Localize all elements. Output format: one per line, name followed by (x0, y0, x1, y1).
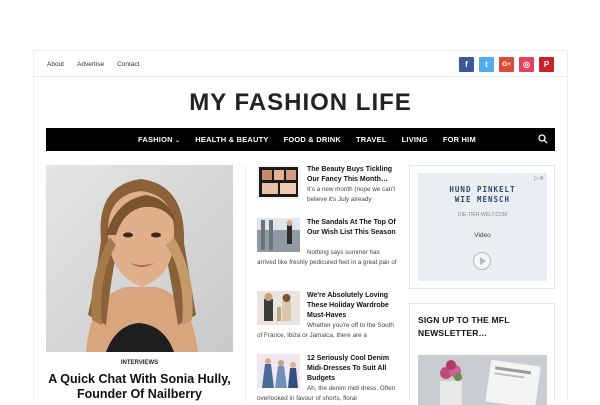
facebook-icon[interactable]: f (459, 57, 474, 72)
top-bar: About Advertise Contact f t G+ ◎ P (34, 51, 567, 77)
ad-headline: HUND PINKELT WIE MENSCH (418, 185, 547, 205)
holiday-image (257, 291, 300, 325)
ad-url: DIE-TIER-WELT.COM (457, 212, 508, 218)
nav-item-fashion[interactable]: FASHION ⌄ (138, 135, 180, 144)
nav-item-travel[interactable]: TRAVEL (356, 135, 387, 144)
advertise-link[interactable]: Advertise (77, 61, 104, 68)
list-item: 12 Seriously Cool Denim Midi-Dresses To … (257, 354, 397, 402)
ad-headline-line-2: WIE MENSCH (454, 195, 511, 204)
sandals-image (257, 218, 300, 252)
search-icon[interactable] (538, 134, 548, 144)
instagram-icon[interactable]: ◎ (519, 57, 534, 72)
featured-category[interactable]: INTERVIEWS (46, 360, 233, 366)
nav-item-health-beauty[interactable]: HEALTH & BEAUTY (195, 135, 268, 144)
about-link[interactable]: About (47, 61, 64, 68)
newsletter-widget: SIGN UP TO THE MFL NEWSLETTER… (409, 303, 555, 405)
social-icons: f t G+ ◎ P (459, 57, 554, 72)
list-item: We're Absolutely Loving These Holiday Wa… (257, 291, 397, 346)
page-container: About Advertise Contact f t G+ ◎ P MY FA… (33, 50, 568, 405)
contact-link[interactable]: Contact (117, 61, 139, 68)
featured-title[interactable]: A Quick Chat With Sonia Hully, Founder O… (46, 372, 233, 402)
newsletter-title: SIGN UP TO THE MFL NEWSLETTER… (418, 315, 510, 338)
ad-headline-line-1: HUND PINKELT (449, 185, 516, 194)
article-thumbnail[interactable] (257, 165, 300, 199)
article-thumbnail[interactable] (257, 291, 300, 325)
twitter-icon[interactable]: t (479, 57, 494, 72)
palette-image (257, 165, 300, 199)
nav-item-living[interactable]: LIVING (402, 135, 428, 144)
google-plus-icon[interactable]: G+ (499, 57, 514, 72)
top-links: About Advertise Contact (47, 61, 140, 68)
nav-item-food-drink[interactable]: FOOD & DRINK (284, 135, 341, 144)
list-item: The Sandals At The Top Of Our Wish List … (257, 218, 397, 280)
column-divider (245, 165, 246, 401)
article-thumbnail[interactable] (257, 218, 300, 252)
magazine-flowers-image (418, 355, 547, 405)
article-thumbnail[interactable] (257, 354, 300, 388)
ad-video-label: Video (474, 232, 491, 239)
newsletter-image (418, 355, 547, 405)
pinterest-icon[interactable]: P (539, 57, 554, 72)
article-title[interactable]: The Sandals At The Top Of Our Wish List … (307, 218, 397, 238)
featured-image[interactable] (46, 165, 233, 352)
ad-creative[interactable]: ▷✕ HUND PINKELT WIE MENSCH DIE-TIER-WELT… (418, 173, 547, 281)
article-excerpt: Ah, the denim midi dress. Often overlook… (257, 385, 396, 402)
ad-choices-icon[interactable]: ▷✕ (534, 175, 544, 182)
article-excerpt: Nothing says summer has arrived like fre… (257, 249, 397, 266)
nav-label-fashion: FASHION (138, 135, 173, 144)
list-item: The Beauty Buys Tickling Our Fancy This … (257, 165, 397, 215)
article-excerpt: Whether you're off to the South of Franc… (257, 322, 394, 339)
article-title[interactable]: 12 Seriously Cool Denim Midi-Dresses To … (307, 354, 397, 384)
nav-item-for-him[interactable]: FOR HIM (443, 135, 476, 144)
article-title[interactable]: The Beauty Buys Tickling Our Fancy This … (307, 165, 397, 185)
site-logo[interactable]: MY FASHION LIFE (34, 89, 567, 117)
advertisement-widget: ▷✕ HUND PINKELT WIE MENSCH DIE-TIER-WELT… (409, 165, 555, 289)
featured-photo (46, 165, 233, 352)
chevron-down-icon: ⌄ (175, 138, 181, 144)
play-icon[interactable] (473, 252, 491, 270)
main-nav: FASHION ⌄ HEALTH & BEAUTY FOOD & DRINK T… (46, 128, 555, 151)
article-title[interactable]: We're Absolutely Loving These Holiday Wa… (307, 291, 397, 321)
article-excerpt: It's a new month (nope we can't believe … (307, 186, 396, 203)
denim-dress-image (257, 354, 300, 388)
